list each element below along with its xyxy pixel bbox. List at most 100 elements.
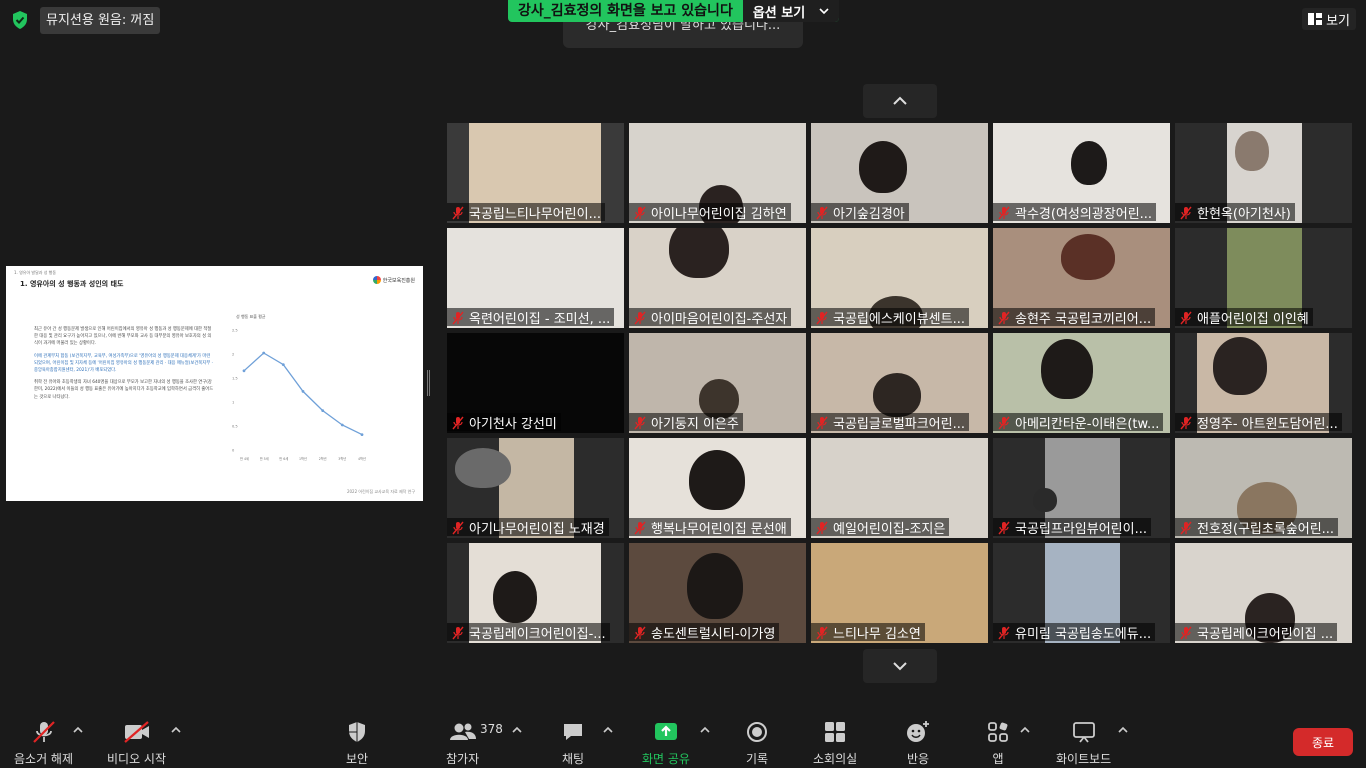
chat-options-caret-icon[interactable]: [602, 724, 614, 736]
participant-video-tile[interactable]: 국공립레이크어린이집-...: [447, 543, 624, 643]
y-tick-label: 2.5: [232, 329, 238, 333]
participant-name: 국공립에스케이뷰센트...: [833, 311, 965, 327]
participant-name: 아이나무어린이집 김하연: [651, 206, 787, 222]
chat-button[interactable]: 채팅: [561, 720, 585, 767]
unmute-button[interactable]: 음소거 해제: [14, 720, 73, 767]
muted-mic-icon: [997, 310, 1011, 325]
participant-silhouette: [669, 228, 729, 278]
participant-silhouette: [859, 141, 907, 193]
gallery-page-down-button[interactable]: [863, 649, 937, 683]
participant-name: 송현주 국공립코끼리어...: [1015, 311, 1152, 327]
participant-video-tile[interactable]: 옥련어린이집 - 조미선, ...: [447, 228, 624, 328]
breakout-rooms-button[interactable]: 소회의실: [813, 720, 857, 767]
participant-name: 아이마음어린이집-주선자: [651, 311, 788, 327]
apps-button[interactable]: 앱: [987, 720, 1009, 767]
slide-paragraph: 이에 관계부처 합동 (보건복지부, 교육부, 여성가족부)으로 '영유아의 성…: [34, 353, 213, 374]
muted-mic-icon: [997, 625, 1011, 640]
participant-video-tile[interactable]: 아이나무어린이집 김하연: [629, 123, 806, 223]
slide-paragraph: 취학 전 유아와 초등학생의 자녀 640명을 대상으로 부모가 보고한 자녀의…: [34, 380, 214, 400]
apps-label: 앱: [992, 752, 1004, 766]
video-options-caret-icon[interactable]: [170, 724, 182, 736]
security-button[interactable]: 보안: [346, 720, 368, 767]
participant-video-tile[interactable]: 아기숲김경아: [811, 123, 988, 223]
y-tick-label: 2: [232, 353, 234, 357]
x-tick-label: 4학년: [358, 456, 366, 461]
participant-video-tile[interactable]: 예일어린이집-조지은: [811, 438, 988, 538]
participant-video-tile[interactable]: 애플어린이집 이인혜: [1175, 228, 1352, 328]
participant-video-tile[interactable]: 국공립느티나무어린이...: [447, 123, 624, 223]
participant-name: 옥련어린이집 - 조미선, ...: [469, 311, 611, 327]
participant-name-bar: 아기숲김경아: [811, 203, 909, 222]
participant-video-tile[interactable]: 국공립에스케이뷰센트...: [811, 228, 988, 328]
data-point: [262, 351, 266, 355]
panel-resize-handle[interactable]: [427, 370, 430, 396]
y-tick-label: 1: [232, 401, 234, 405]
participant-video-tile[interactable]: 아메리칸타운-이태은(tw...: [993, 333, 1170, 433]
participant-name: 유미림 국공립송도에듀...: [1015, 626, 1152, 642]
muted-mic-icon: [451, 415, 465, 430]
participant-video-tile[interactable]: 느티나무 김소연: [811, 543, 988, 643]
video-off-icon: [123, 721, 149, 743]
whiteboard-options-caret-icon[interactable]: [1117, 724, 1129, 736]
apps-options-caret-icon[interactable]: [1019, 724, 1031, 736]
participants-options-caret-icon[interactable]: [511, 724, 523, 736]
participant-video-tile[interactable]: 행복나무어린이집 문선애: [629, 438, 806, 538]
participants-icon: [449, 723, 476, 740]
share-options-caret-icon[interactable]: [699, 724, 711, 736]
participant-name-bar: 느티나무 김소연: [811, 623, 925, 642]
shared-screen-view[interactable]: 1. 영유아 발달과 성 행동 1. 영유아의 성 행동과 성인의 태도 한국보…: [6, 266, 423, 501]
participant-silhouette: [1071, 141, 1107, 185]
participant-video-tile[interactable]: 아기둥지 이은주: [629, 333, 806, 433]
share-screen-button[interactable]: 화면 공유: [642, 720, 690, 767]
participant-video-tile[interactable]: 전호정(구립초록숲어린...: [1175, 438, 1352, 538]
chat-label: 채팅: [561, 752, 585, 766]
participant-video-tile[interactable]: 곽수경(여성의광장어린...: [993, 123, 1170, 223]
audio-options-caret-icon[interactable]: [72, 724, 84, 736]
encryption-shield-icon[interactable]: [8, 8, 32, 32]
participant-video-tile[interactable]: 아이마음어린이집-주선자: [629, 228, 806, 328]
data-point: [321, 409, 325, 412]
participant-name: 곽수경(여성의광장어린...: [1015, 206, 1153, 222]
participant-name-bar: 애플어린이집 이인혜: [1175, 308, 1313, 327]
participant-silhouette: [873, 373, 921, 417]
participant-name: 송도센트럴시티-이가영: [651, 626, 776, 642]
participant-video-tile[interactable]: 유미림 국공립송도에듀...: [993, 543, 1170, 643]
whiteboard-button[interactable]: 화이트보드: [1056, 720, 1111, 767]
slide-title: 1. 영유아의 성 행동과 성인의 태도: [20, 280, 124, 288]
participant-video-tile[interactable]: 송현주 국공립코끼리어...: [993, 228, 1170, 328]
view-options-button[interactable]: 옵션 보기: [742, 0, 840, 22]
participant-name: 아기숲김경아: [833, 206, 905, 222]
x-tick-label: 1학년: [299, 456, 307, 461]
participant-video-tile[interactable]: 아기천사 강선미: [447, 333, 624, 433]
participant-name-bar: 송도센트럴시티-이가영: [629, 623, 780, 642]
participant-video-tile[interactable]: 정영주- 아트윈도담어린...: [1175, 333, 1352, 433]
participant-name-bar: 정영주- 아트윈도담어린...: [1175, 413, 1342, 432]
breakout-rooms-label: 소회의실: [813, 752, 858, 766]
participants-button[interactable]: 참가자: [446, 720, 479, 767]
record-button[interactable]: 기록: [745, 720, 769, 767]
end-meeting-button[interactable]: 종료: [1293, 728, 1353, 756]
participant-video-tile[interactable]: 아기나무어린이집 노재경: [447, 438, 624, 538]
participant-silhouette: [1235, 131, 1269, 171]
original-sound-status[interactable]: 뮤지션용 원음: 꺼짐: [40, 7, 161, 34]
participant-name-bar: 행복나무어린이집 문선애: [629, 518, 791, 537]
meeting-toolbar: 음소거 해제 비디오 시작 보안 참가자 378 채팅 화면 공유 기록 소회의…: [0, 714, 1366, 768]
view-layout-button[interactable]: 보기: [1302, 8, 1356, 30]
participant-video-tile[interactable]: 국공립글로벌파크어린...: [811, 333, 988, 433]
whiteboard-icon: [1072, 722, 1095, 743]
apps-icon: [988, 722, 1008, 742]
gallery-page-up-button[interactable]: [863, 84, 937, 118]
start-video-button[interactable]: 비디오 시작: [107, 720, 166, 767]
muted-mic-icon: [633, 310, 647, 325]
x-tick-label: 만 5세: [260, 456, 269, 461]
participant-video-tile[interactable]: 송도센트럴시티-이가영: [629, 543, 806, 643]
participant-video-tile[interactable]: 국공립프라임뷰어린이...: [993, 438, 1170, 538]
reactions-button[interactable]: 반응: [905, 720, 931, 767]
participants-label: 참가자: [446, 752, 480, 766]
participant-video-tile[interactable]: 한현옥(아기천사): [1175, 123, 1352, 223]
series-line: [243, 352, 363, 436]
record-icon: [747, 722, 767, 742]
participant-name-bar: 예일어린이집-조지은: [811, 518, 950, 537]
y-tick-label: 0.5: [232, 425, 238, 429]
participant-video-tile[interactable]: 국공립레이크어린이집 ...: [1175, 543, 1352, 643]
